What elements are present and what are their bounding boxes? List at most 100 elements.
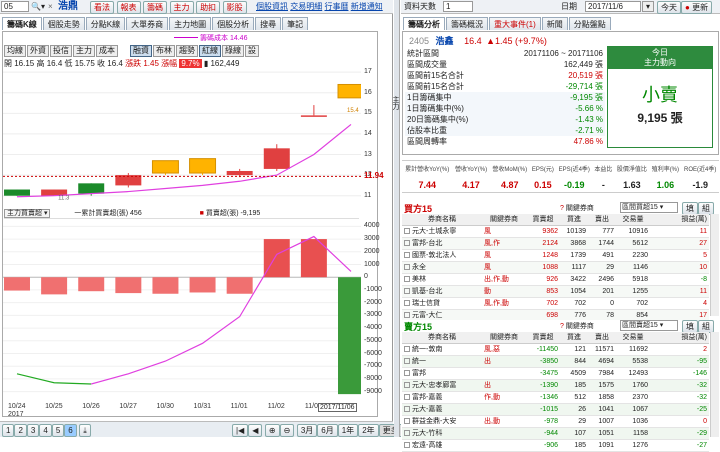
page-3-button[interactable]: 3 [26,424,40,437]
days-input[interactable]: 1 [443,1,473,12]
search-icon[interactable]: 🔍▾ [31,1,47,12]
period-2y-button[interactable]: 2年 [358,424,379,437]
view-button[interactable]: 看法 [90,1,114,14]
list-header[interactable]: 關鍵券商 [482,214,526,226]
tab-stock-trend[interactable]: 個股走勢 [42,17,85,30]
list-row[interactable]: 元大-土城永寧風 9362 10139 777 10916 11 [402,225,709,238]
zoom-out-icon[interactable]: ⊖ [279,424,295,437]
row-checkbox[interactable] [404,227,410,234]
page-2-button[interactable]: 2 [14,424,27,437]
period-1y-button[interactable]: 1年 [337,424,359,437]
list-row[interactable]: 富邦-嘉義 作,動 -1346 512 1858 2370 -32 [402,391,709,404]
row-checkbox[interactable] [404,405,410,412]
list-row[interactable]: 富邦 -3475 4509 7984 12493 -146 [402,367,709,380]
row-checkbox[interactable] [404,357,410,364]
trade-detail-link[interactable]: 交易明細 [290,2,322,11]
tab-main-map[interactable]: 主力地圖 [169,17,212,30]
list-row[interactable]: 瑞士信貸 風,作,動 702 702 0 702 4 [402,297,709,310]
calendar-link[interactable]: 行事曆 [324,2,348,11]
row-checkbox[interactable] [404,251,410,258]
row-checkbox[interactable] [404,417,410,424]
list-header[interactable]: 交易量 [616,332,650,344]
tab-chip-overview[interactable]: 籌碼概況 [446,17,488,30]
chip-red-line[interactable]: 紅線 [199,45,222,57]
list-row[interactable]: 永全風 1088 1117 29 1146 10 [402,261,709,274]
tab-big-broker[interactable]: 大單券商 [126,17,169,30]
row-checkbox[interactable] [404,369,410,376]
tab-branch-kline[interactable]: 分點K線 [85,17,126,30]
chip-cost[interactable]: 成本 [96,45,118,57]
list-header[interactable]: 損益(萬) [650,214,709,226]
chip-main[interactable]: 主力 [73,45,95,57]
tab-branch-count[interactable]: 分點盤點 [568,17,611,30]
list-row[interactable]: 國票-敦北法人風 1248 1739 491 2230 5 [402,249,709,262]
chip-margin[interactable]: 融資 [130,45,153,57]
pin-icon[interactable]: ⤓ [79,424,91,437]
list-row[interactable]: 統一-敦南 風,惡 -11450 121 11571 11692 2 [402,343,709,356]
list-row[interactable]: 群益金鼎-大安 出,動 -978 29 1007 1036 0 [402,415,709,428]
chips-button[interactable]: 籌碼 [143,1,168,14]
chip-ma[interactable]: 均線 [4,45,26,57]
buy-scrollbar[interactable] [710,214,719,316]
list-header[interactable]: 交易量 [616,214,650,226]
chip-settings[interactable]: 設 [245,45,260,57]
list-row[interactable]: 富邦-台北 風,作 2124 3868 1744 5612 27 [402,237,709,250]
list-row[interactable]: 凱基-台北動 853 1054 201 1255 11 [402,285,709,298]
list-header[interactable]: 買進 [560,332,588,344]
chip-trend[interactable]: 趨勢 [176,45,199,57]
chip-trust[interactable]: 投信 [50,45,72,57]
row-checkbox[interactable] [404,299,410,306]
list-header[interactable]: 券商名稱 [402,332,482,344]
tab-search[interactable]: 搜尋 [255,17,282,30]
main-force-button[interactable]: 主力 [169,1,194,14]
buy-range-select[interactable]: 區間買超15 ▾ [620,202,678,213]
tab-major-events[interactable]: 重大事件(1) [489,17,541,30]
row-checkbox[interactable] [404,275,410,282]
tab-notes[interactable]: 筆記 [282,17,309,30]
related-stock-button[interactable]: 影股 [222,1,247,14]
list-row[interactable]: 元大-竹科 -944 107 1051 1158 -29 [402,427,709,440]
tab-stock-analysis[interactable]: 個股分析 [212,17,255,30]
row-checkbox[interactable] [404,263,410,270]
chip-green-line[interactable]: 綠線 [222,45,245,57]
stock-name[interactable]: 浩鑫 [436,36,454,46]
row-checkbox[interactable] [404,239,410,246]
row-checkbox[interactable] [404,345,410,352]
chip-bollinger[interactable]: 布林 [153,45,176,57]
list-row[interactable]: 元大-嘉義 -1015 26 1041 1067 -25 [402,403,709,416]
period-6m-button[interactable]: 6月 [317,424,338,437]
list-row[interactable]: 統一出 -3850 844 4694 5538 -95 [402,355,709,368]
row-checkbox[interactable] [404,381,410,388]
stock-name-link[interactable]: 浩鼎 [58,0,78,14]
sell-scrollbar[interactable] [710,332,719,437]
row-checkbox[interactable] [404,441,410,448]
list-header[interactable]: 買賣超 [526,332,560,344]
list-header[interactable]: 損益(萬) [650,332,709,344]
scroll-first-icon[interactable]: |◀ [232,424,249,437]
today-button[interactable]: 今天 [657,1,681,14]
list-header[interactable]: 券商名稱 [402,214,482,226]
date-input[interactable]: 2017/11/6 [585,1,641,12]
report-button[interactable]: 報表 [116,1,141,14]
stock-code-input[interactable]: 05 [1,1,29,12]
period-3m-button[interactable]: 3月 [296,424,318,437]
list-header[interactable]: 賣出 [588,214,616,226]
tab-chip-analysis[interactable]: 籌碼分析 [403,17,445,30]
row-checkbox[interactable] [404,311,410,318]
stock-info-link[interactable]: 個股資訊 [256,2,288,11]
page-6-button[interactable]: 6 [64,424,77,437]
scroll-left-icon[interactable]: ◀ [248,424,263,437]
indicator-select[interactable]: 主力買賣超 ▾ [4,209,51,218]
list-row[interactable]: 宏遠-高雄 -906 185 1091 1276 -27 [402,439,709,452]
list-row[interactable]: 美林 出,作,動 926 3422 2496 5918 -8 [402,273,709,286]
page-5-button[interactable]: 5 [51,424,65,437]
list-header[interactable]: 賣出 [588,332,616,344]
chip-foreign[interactable]: 外資 [27,45,49,57]
tab-news[interactable]: 新聞 [541,17,568,30]
zoom-in-icon[interactable]: ⊕ [264,424,280,437]
clear-icon[interactable]: × [48,1,56,12]
sell-range-select[interactable]: 區間賣超15 ▾ [620,320,678,331]
list-header[interactable]: 買進 [560,214,588,226]
page-1-button[interactable]: 1 [2,424,15,437]
row-checkbox[interactable] [404,287,410,294]
